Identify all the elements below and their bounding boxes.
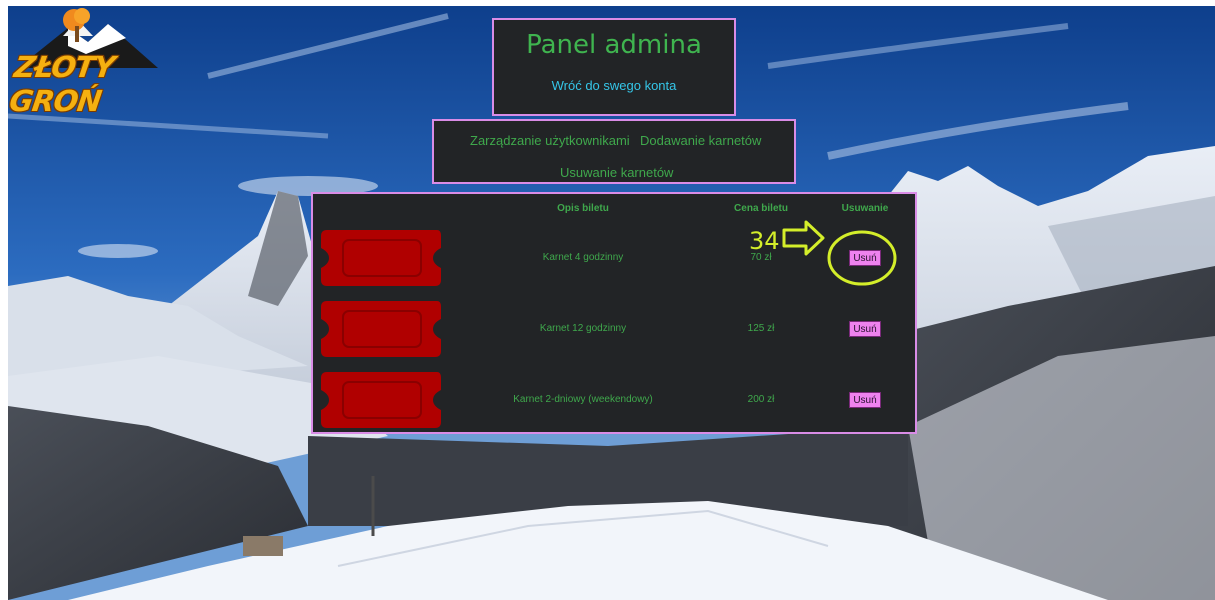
admin-nav-panel: Zarządzanie użytkownikami Dodawanie karn… (432, 119, 796, 184)
logo-text: ZŁOTY GROŃ (8, 50, 117, 118)
header-description: Opis biletu (557, 203, 609, 214)
page-background: ZŁOTY GROŃ Panel admina Wróć do swego ko… (8, 6, 1215, 600)
page-title: Panel admina (526, 30, 702, 60)
delete-pass-button[interactable]: Usuń (849, 250, 881, 266)
table-row: Karnet 12 godzinny 125 zł Usuń (313, 299, 915, 359)
nav-remove-passes[interactable]: Usuwanie karnetów (560, 165, 673, 180)
header-price: Cena biletu (734, 203, 788, 214)
ticket-icon (321, 372, 441, 428)
table-row: Karnet 2-dniowy (weekendowy) 200 zł Usuń (313, 370, 915, 430)
pass-description: Karnet 12 godzinny (539, 323, 627, 334)
pass-price: 125 zł (747, 323, 775, 334)
nav-add-passes[interactable]: Dodawanie karnetów (640, 133, 761, 148)
annotation-step-number: 34 (749, 227, 780, 255)
pass-price: 200 zł (747, 394, 775, 405)
header-delete: Usuwanie (841, 203, 889, 214)
table-row: Karnet 4 godzinny 70 zł Usuń (313, 228, 915, 288)
back-to-account-link[interactable]: Wróć do swego konta (494, 78, 734, 93)
delete-pass-button[interactable]: Usuń (849, 321, 881, 337)
pass-description: Karnet 2-dniowy (weekendowy) (513, 394, 653, 405)
ticket-icon (321, 230, 441, 286)
passes-table: Opis biletu Cena biletu Usuwanie Karnet … (311, 192, 917, 434)
ticket-icon (321, 301, 441, 357)
header-panel: Panel admina Wróć do swego konta (492, 18, 736, 116)
nav-user-management[interactable]: Zarządzanie użytkownikami (470, 133, 630, 148)
pass-description: Karnet 4 godzinny (542, 252, 624, 263)
site-logo[interactable]: ZŁOTY GROŃ (8, 6, 193, 118)
delete-pass-button[interactable]: Usuń (849, 392, 881, 408)
